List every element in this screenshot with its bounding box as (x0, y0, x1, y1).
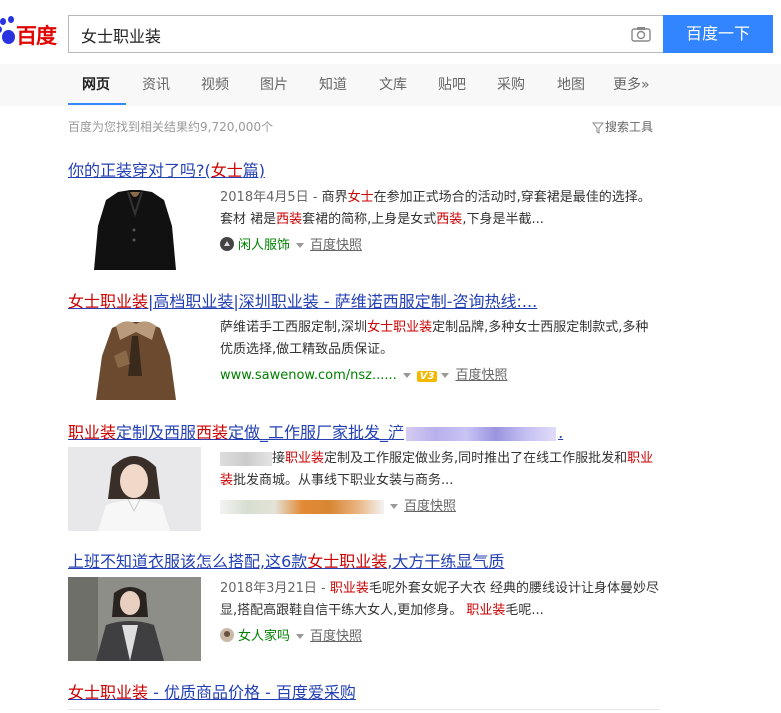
search-tools-label: 搜索工具 (605, 120, 654, 134)
result-count: 百度为您找到相关结果约9,720,000个 (68, 120, 274, 134)
result-snippet-1: 2018年4月5日 - 商界女士在参加正式场合的活动时,穿套裙是最佳的选择。套材… (220, 190, 651, 227)
result-source-4: 女人家吗 百度快照 (220, 625, 362, 644)
search-tools-button[interactable]: 搜索工具 (591, 118, 654, 135)
blurred-text (220, 451, 272, 466)
baidu-logo[interactable]: 百度 (0, 14, 60, 52)
filter-icon (591, 122, 605, 134)
result-snippet-2: 萨维诺手工西服定制,深圳女士职业装定制品牌,多种女士西服定制款式,多种优质选择,… (220, 320, 649, 357)
source-url[interactable]: www.sawenow.com/nsz...... (220, 368, 397, 383)
result-title-1[interactable]: 你的正装穿对了吗?(女士篇) (68, 157, 265, 181)
tab-procurement[interactable]: 采购 (497, 74, 525, 94)
blurred-url (220, 499, 384, 514)
logo-text: 百度 (16, 24, 57, 48)
v3-badge[interactable]: V3 (416, 371, 438, 382)
search-input[interactable] (79, 21, 623, 49)
result-divider (68, 709, 660, 710)
result-thumbnail-1[interactable] (68, 186, 201, 270)
result-title-4[interactable]: 上班不知道衣服该怎么搭配,这6款女士职业装,大方干练显气质 (68, 548, 504, 572)
tab-video[interactable]: 视频 (201, 74, 229, 94)
source-name[interactable]: 女人家吗 (238, 629, 290, 644)
blurred-text (406, 426, 557, 441)
search-button[interactable]: 百度一下 (663, 15, 773, 53)
snapshot-link[interactable]: 百度快照 (310, 238, 362, 253)
tab-more[interactable]: 更多» (613, 74, 650, 94)
tab-news[interactable]: 资讯 (142, 74, 170, 94)
tab-images[interactable]: 图片 (260, 74, 288, 94)
chevron-down-icon[interactable] (441, 373, 450, 378)
result-source-3: 百度快照 (220, 495, 456, 514)
source-avatar-icon (220, 237, 234, 251)
camera-icon[interactable] (631, 26, 651, 42)
result-thumbnail-2[interactable] (68, 316, 201, 400)
tab-tieba[interactable]: 贴吧 (438, 74, 466, 94)
result-thumbnail-3[interactable] (68, 447, 201, 531)
source-avatar-icon (220, 628, 234, 642)
chevron-down-icon[interactable] (296, 634, 305, 639)
snapshot-link[interactable]: 百度快照 (310, 629, 362, 644)
result-snippet-3: 接职业装定制及工作服定做业务,同时推出了在线工作服批发和职业装批发商城。从事线下… (220, 451, 654, 488)
tab-web[interactable]: 网页 (82, 74, 110, 94)
tab-map[interactable]: 地图 (557, 74, 585, 94)
tab-zhidao[interactable]: 知道 (319, 74, 347, 94)
chevron-down-icon[interactable] (402, 373, 411, 378)
snapshot-link[interactable]: 百度快照 (404, 499, 456, 514)
result-thumbnail-4[interactable] (68, 577, 201, 661)
result-title-2[interactable]: 女士职业装|高档职业装|深圳职业装 - 萨维诺西服定制-咨询热线:... (68, 288, 537, 312)
chevron-down-icon[interactable] (296, 243, 305, 248)
result-title-3[interactable]: 职业装定制及西服西装定做_工作服厂家批发_浐. (68, 419, 563, 443)
chevron-down-icon[interactable] (390, 504, 398, 509)
snapshot-link[interactable]: 百度快照 (455, 368, 507, 383)
active-tab-indicator (68, 103, 126, 105)
result-title-5[interactable]: 女士职业装 - 优质商品价格 - 百度爱采购 (68, 679, 356, 703)
result-source-2: www.sawenow.com/nsz...... V3 百度快照 (220, 364, 507, 383)
tab-bar: 网页 资讯 视频 图片 知道 文库 贴吧 采购 地图 更多» (0, 64, 781, 106)
source-name[interactable]: 闲人服饰 (238, 238, 290, 253)
search-box (68, 15, 663, 53)
result-source-1: 闲人服饰 百度快照 (220, 234, 362, 253)
result-snippet-4: 2018年3月21日 - 职业装毛呢外套女妮子大衣 经典的腰线设计让身体曼妙尽显… (220, 581, 660, 618)
header: 百度 百度一下 (0, 0, 781, 64)
tab-wenku[interactable]: 文库 (379, 74, 407, 94)
